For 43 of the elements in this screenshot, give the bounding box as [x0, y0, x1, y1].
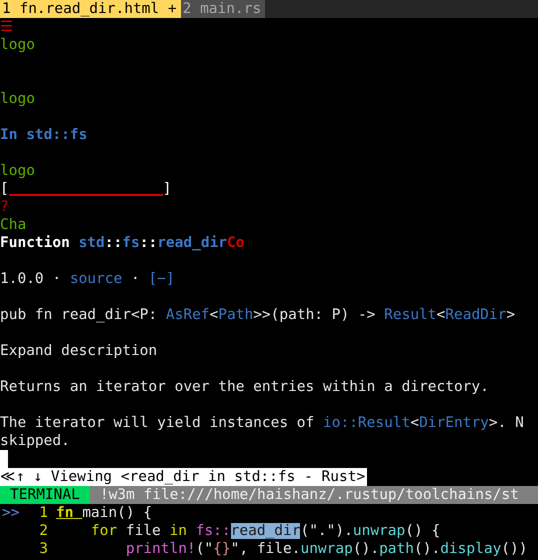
text-cursor	[0, 450, 8, 468]
doc-text: <	[210, 306, 218, 324]
code-line: println!("{}", file.unwrap().path().display())	[124, 540, 528, 558]
doc-link[interactable]: Path	[218, 306, 254, 324]
doc-text: skipped.	[0, 432, 70, 450]
doc-text: <	[410, 414, 420, 432]
doc-link[interactable]: source	[70, 270, 122, 288]
doc-text: logo	[0, 90, 35, 108]
sign-marker: >>	[1, 504, 20, 522]
doc-text: pub fn read_dir<P:	[0, 306, 158, 324]
doc-text: 1.0.0 ·	[0, 270, 62, 288]
doc-text: logo	[0, 162, 35, 180]
doc-text: >. N	[488, 414, 524, 432]
doc-text: ?	[0, 198, 9, 216]
code-line: for file in fs::read_dir(".").unwrap() {	[90, 522, 440, 540]
doc-text: ·	[130, 270, 141, 288]
mode-label: TERMINAL	[0, 486, 90, 504]
command-text: !w3m file:///home/haishanz/.rustup/toolchains/st	[98, 486, 519, 504]
tab[interactable]: 2 main.rs	[180, 0, 266, 18]
bracket: ]	[162, 180, 172, 198]
doc-text: ☰	[0, 18, 13, 36]
tab[interactable]: 1 fn.read_dir.html +	[0, 0, 181, 18]
doc-text: >	[506, 306, 516, 324]
doc-text: Cha	[0, 216, 26, 234]
line-number: 1	[38, 504, 48, 522]
doc-text: <	[436, 306, 446, 324]
doc-link[interactable]: DirEntry	[419, 414, 489, 432]
doc-link[interactable]: ReadDir	[445, 306, 506, 324]
doc-text: Function std::fs::read_dirCo	[0, 234, 244, 252]
doc-text: logo	[0, 36, 35, 54]
doc-text: >>(path: P) ->	[253, 306, 376, 324]
doc-link[interactable]: io::Result	[323, 414, 410, 432]
bracket: [	[0, 180, 9, 198]
doc-text: In std::fs	[0, 126, 88, 144]
doc-text: Returns an iterator over the entries within a directory.	[0, 378, 489, 396]
doc-link[interactable]: AsRef	[166, 306, 210, 324]
line-number: 2	[38, 522, 48, 540]
doc-text: Expand description	[0, 342, 158, 360]
line-number: 3	[38, 540, 48, 558]
doc-text: The iterator will yield instances of	[0, 414, 316, 432]
code-line: fn main() {	[56, 504, 152, 522]
doc-link[interactable]: [−]	[148, 270, 175, 288]
doc-link[interactable]: Result	[384, 306, 437, 324]
